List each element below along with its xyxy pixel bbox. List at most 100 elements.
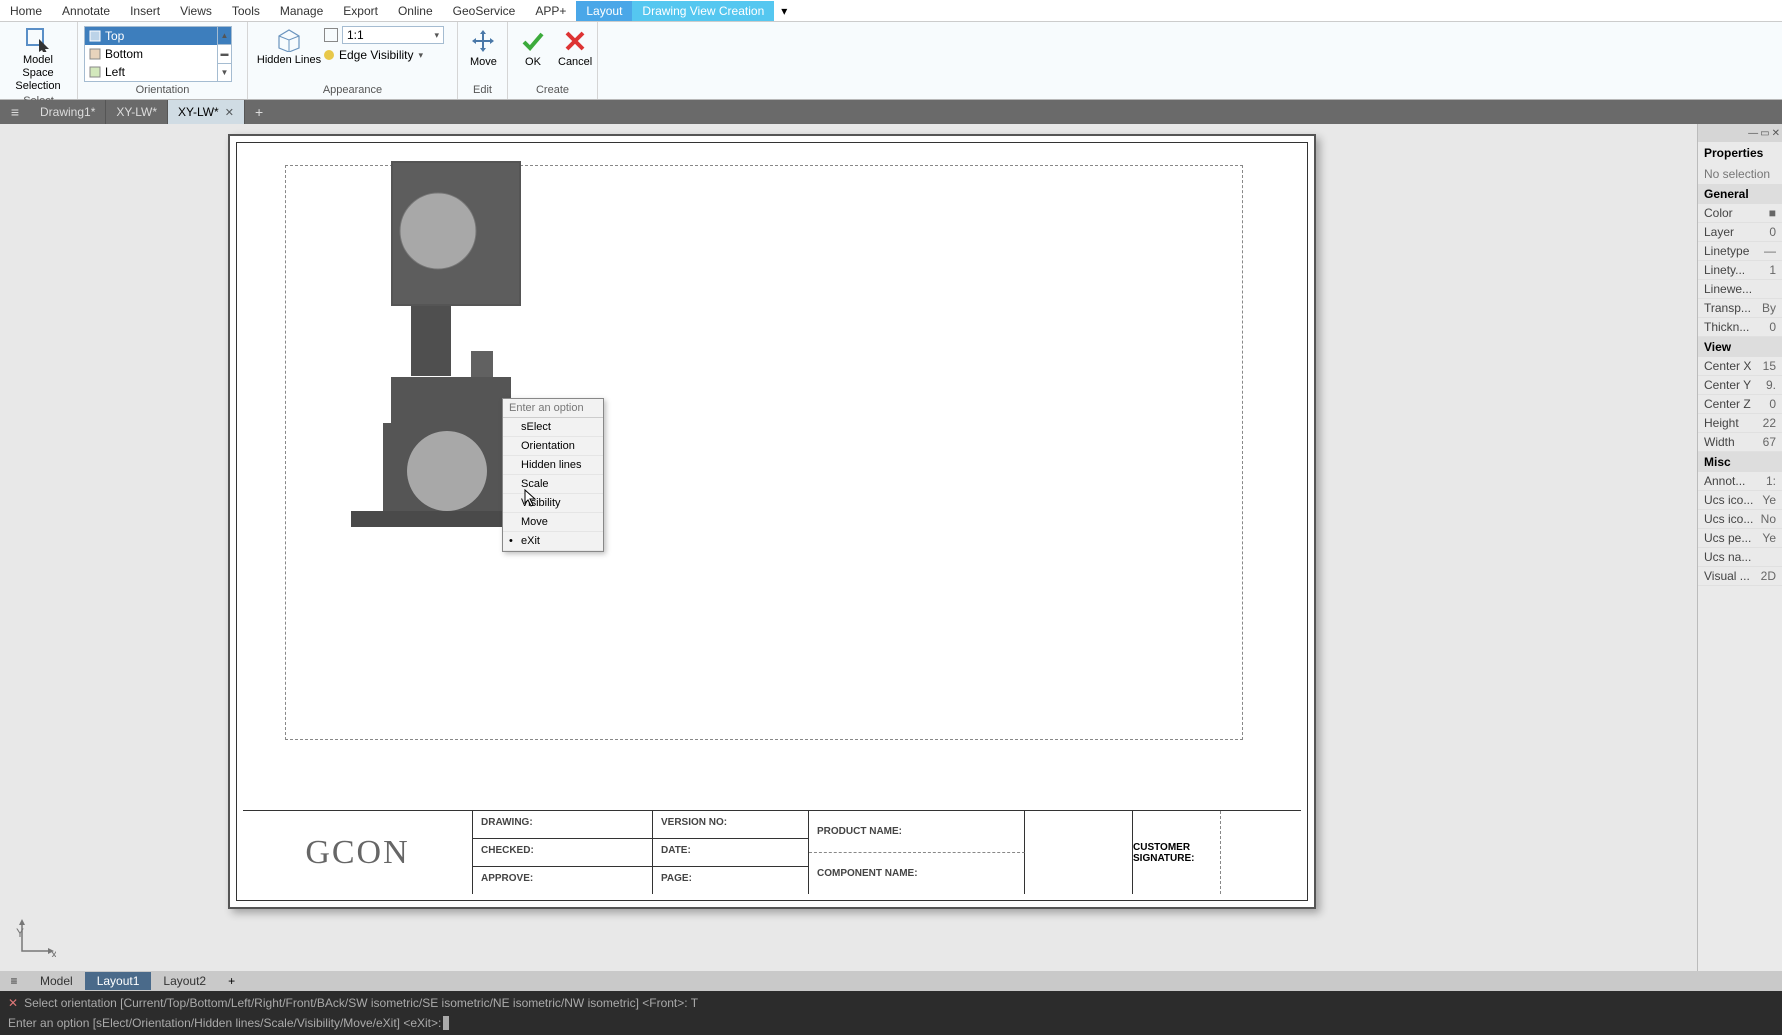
menu-drawing-view-creation[interactable]: Drawing View Creation [632,1,774,21]
command-line[interactable]: ✕ Select orientation [Current/Top/Bottom/… [0,991,1782,1035]
scale-select[interactable]: 1:1 [342,26,444,44]
drawing-view-preview[interactable] [331,161,531,541]
menu-geoservice[interactable]: GeoService [443,1,526,21]
ctx-select[interactable]: sElect [503,418,603,437]
orientation-left[interactable]: Left [85,63,231,81]
panel-close-icon[interactable]: ✕ [1772,128,1780,139]
tabbar-menu-icon[interactable]: ≡ [0,104,30,120]
model-space-selection-button[interactable]: Model Space Selection [6,24,70,93]
ctx-visibility[interactable]: Visibility [503,494,603,513]
cancel-button[interactable]: Cancel [558,28,592,68]
move-button[interactable]: Move [470,28,497,68]
prop-visual[interactable]: Visual ...2D [1698,567,1782,586]
ctx-hidden-lines[interactable]: Hidden lines [503,456,603,475]
prop-annot[interactable]: Annot...1: [1698,472,1782,491]
ribbon-group-orientation: Top Bottom Left ▲▬▼ Orientation [78,22,248,99]
spin-mid-icon[interactable]: ▬ [218,45,231,63]
layout-layout1[interactable]: Layout1 [85,972,152,990]
title-block-logo: GCON [243,811,473,894]
properties-panel: — ▭ ✕ Properties No selection General Co… [1697,124,1782,971]
prop-transparency[interactable]: Transp...By [1698,299,1782,318]
tb-signature: CUSTOMER SIGNATURE: [1133,811,1221,894]
cube-bottom-icon [89,48,101,60]
orientation-list[interactable]: Top Bottom Left ▲▬▼ [84,26,232,82]
properties-controls: — ▭ ✕ [1698,124,1782,142]
ctx-move[interactable]: Move [503,513,603,532]
ribbon-group-edit: Move Edit [458,22,508,99]
hidden-lines-button[interactable]: Hidden Lines [254,24,324,67]
menu-annotate[interactable]: Annotate [52,1,120,21]
spin-up-icon[interactable]: ▲ [218,27,231,45]
cube-top-icon [89,30,101,42]
ribbon-group-create: OK Cancel Create [508,22,598,99]
ctx-exit[interactable]: eXit [503,532,603,551]
menu-tools[interactable]: Tools [222,1,270,21]
x-icon [562,28,588,54]
cmd-prompt: Enter an option [sElect/Orientation/Hidd… [8,1016,441,1030]
ribbon-label-create: Create [514,82,591,99]
svg-text:Y: Y [16,926,24,940]
title-block: GCON DRAWING: CHECKED: APPROVE: VERSION … [243,810,1301,894]
tb-component: COMPONENT NAME: [809,853,1025,894]
ribbon-label-orientation: Orientation [84,82,241,99]
ribbon: Model Space Selection Select Top Bottom … [0,22,1782,100]
ctx-scale[interactable]: Scale [503,475,603,494]
spin-down-icon[interactable]: ▼ [218,64,231,81]
menu-overflow-icon[interactable]: ▾ [774,4,794,18]
prop-linetype[interactable]: Linetype— [1698,242,1782,261]
scale-lock-checkbox[interactable] [324,28,338,42]
tb-version: VERSION NO: [653,811,809,839]
ok-button[interactable]: OK [520,28,546,68]
panel-min-icon[interactable]: — [1748,128,1758,139]
properties-section-view: View [1698,337,1782,357]
canvas[interactable]: GCON DRAWING: CHECKED: APPROVE: VERSION … [0,124,1697,971]
orientation-bottom[interactable]: Bottom [85,45,231,63]
tb-approve: APPROVE: [473,867,653,894]
prop-ucs1[interactable]: Ucs ico...Ye [1698,491,1782,510]
tab-add-icon[interactable]: + [245,104,273,120]
prop-center-z[interactable]: Center Z0 [1698,395,1782,414]
prop-center-y[interactable]: Center Y9. [1698,376,1782,395]
layout-menu-icon[interactable]: ≡ [0,974,28,988]
prop-ucs4[interactable]: Ucs na... [1698,548,1782,567]
tab-drawing1[interactable]: Drawing1* [30,100,106,124]
ctx-orientation[interactable]: Orientation [503,437,603,456]
orientation-spinner[interactable]: ▲▬▼ [217,27,231,81]
prop-lineweight[interactable]: Linewe... [1698,280,1782,299]
cmd-history: Select orientation [Current/Top/Bottom/L… [24,996,698,1010]
menu-export[interactable]: Export [333,1,388,21]
tb-product: PRODUCT NAME: [809,811,1025,853]
menu-manage[interactable]: Manage [270,1,333,21]
prop-ucs2[interactable]: Ucs ico...No [1698,510,1782,529]
menubar: Home Annotate Insert Views Tools Manage … [0,0,1782,22]
menu-layout[interactable]: Layout [576,1,632,21]
cube-left-icon [89,66,101,78]
prop-color[interactable]: Color■ [1698,204,1782,223]
edge-visibility-dropdown[interactable]: Edge Visibility [324,48,444,62]
menu-home[interactable]: Home [0,1,52,21]
orientation-top[interactable]: Top [85,27,231,45]
cmd-close-icon[interactable]: ✕ [8,996,18,1010]
prop-thickness[interactable]: Thickn...0 [1698,318,1782,337]
menu-app[interactable]: APP+ [525,1,576,21]
tab-close-icon[interactable]: ✕ [225,106,234,119]
tb-blank2 [1221,811,1301,894]
layout-layout2[interactable]: Layout2 [151,972,218,990]
check-icon [520,28,546,54]
panel-max-icon[interactable]: ▭ [1760,128,1769,139]
prop-ucs3[interactable]: Ucs pe...Ye [1698,529,1782,548]
prop-linetype-scale[interactable]: Linety...1 [1698,261,1782,280]
tab-xylw-2[interactable]: XY-LW*✕ [168,100,245,124]
tab-xylw-1[interactable]: XY-LW* [106,100,168,124]
tb-date: DATE: [653,839,809,867]
prop-width[interactable]: Width67 [1698,433,1782,452]
layout-add-icon[interactable]: + [218,974,245,988]
prop-center-x[interactable]: Center X15 [1698,357,1782,376]
cmd-caret [443,1016,449,1030]
prop-height[interactable]: Height22 [1698,414,1782,433]
menu-views[interactable]: Views [170,1,222,21]
prop-layer[interactable]: Layer0 [1698,223,1782,242]
layout-model[interactable]: Model [28,972,85,990]
menu-online[interactable]: Online [388,1,443,21]
menu-insert[interactable]: Insert [120,1,170,21]
